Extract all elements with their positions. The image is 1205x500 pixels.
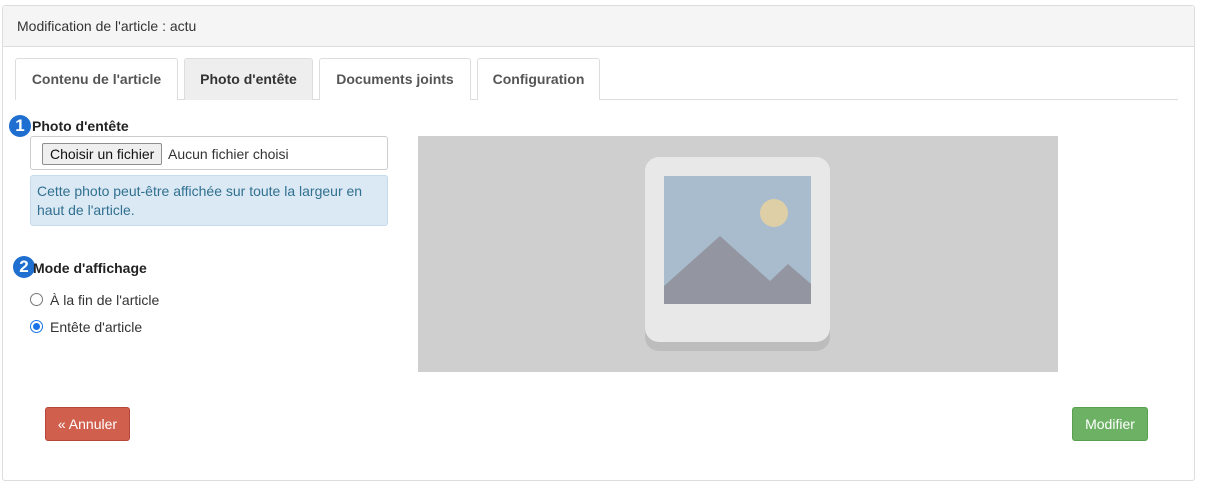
radio-article-header-label: Entête d'article xyxy=(50,319,143,335)
choose-file-button[interactable]: Choisir un fichier xyxy=(42,143,163,165)
radio-end-of-article-label: À la fin de l'article xyxy=(50,292,160,308)
tab-article-content[interactable]: Contenu de l'article xyxy=(15,58,178,100)
photo-preview xyxy=(418,136,1058,372)
radio-article-header[interactable] xyxy=(30,320,43,333)
photo-file-input[interactable]: Choisir un fichier Aucun fichier choisi xyxy=(30,136,388,170)
tab-attached-documents[interactable]: Documents joints xyxy=(319,58,471,100)
step-1-badge: 1 xyxy=(9,115,31,137)
step-2-badge: 2 xyxy=(13,256,35,278)
image-placeholder-icon xyxy=(645,157,830,351)
panel-title: Modification de l'article : actu xyxy=(3,6,1194,47)
radio-end-of-article[interactable] xyxy=(30,293,43,306)
submit-button[interactable]: Modifier xyxy=(1072,407,1148,441)
tab-bar: Contenu de l'article Photo d'entête Docu… xyxy=(15,58,1178,100)
tab-configuration[interactable]: Configuration xyxy=(477,58,600,100)
photo-section-label: Photo d'entête xyxy=(32,118,129,134)
display-mode-label: Mode d'affichage xyxy=(33,260,147,276)
file-status-text: Aucun fichier choisi xyxy=(168,146,289,162)
tab-header-photo[interactable]: Photo d'entête xyxy=(184,58,313,100)
cancel-button[interactable]: « Annuler xyxy=(45,407,130,441)
photo-help-text: Cette photo peut-être affichée sur toute… xyxy=(30,175,388,226)
